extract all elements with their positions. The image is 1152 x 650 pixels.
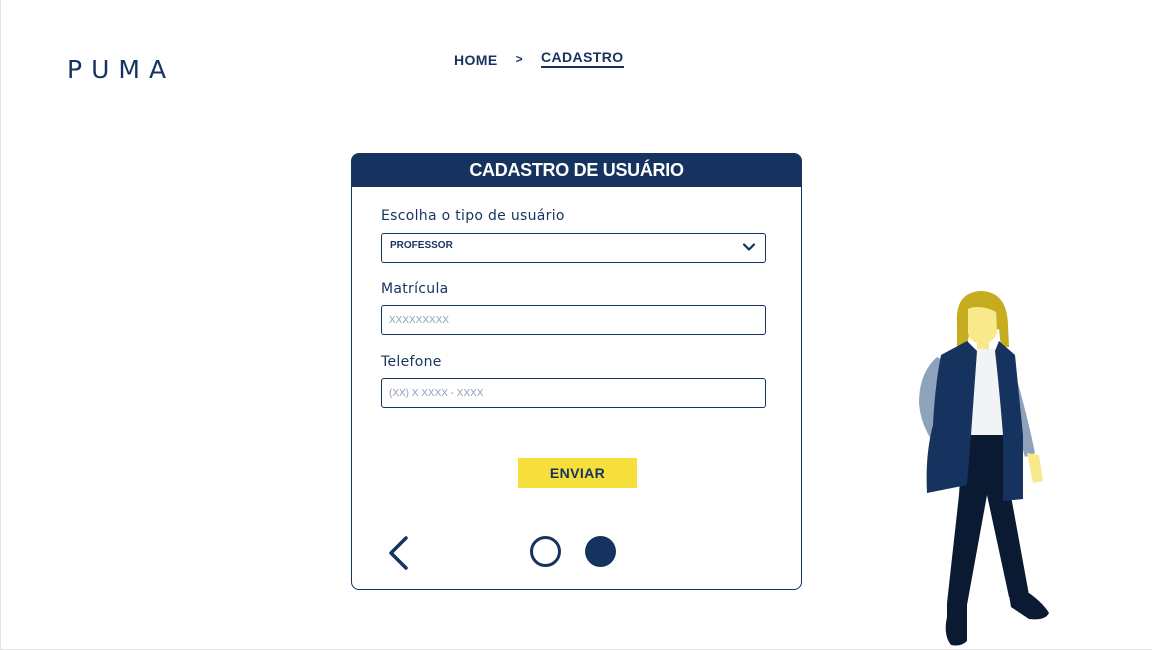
step-indicator-2-active[interactable] xyxy=(585,536,616,567)
matricula-input[interactable] xyxy=(381,305,766,335)
user-type-label: Escolha o tipo de usuário xyxy=(381,208,565,224)
telefone-label: Telefone xyxy=(381,354,442,370)
breadcrumb-current[interactable]: CADASTRO xyxy=(541,49,624,68)
card-header: CADASTRO DE USUÁRIO xyxy=(352,154,801,187)
matricula-label: Matrícula xyxy=(381,281,449,297)
breadcrumb-separator: > xyxy=(515,51,524,66)
card-title: CADASTRO DE USUÁRIO xyxy=(469,160,684,180)
woman-illustration xyxy=(919,291,1049,646)
user-type-selected-value: PROFESSOR xyxy=(390,240,453,251)
chevron-down-icon xyxy=(742,243,756,251)
chevron-left-icon[interactable] xyxy=(386,535,412,571)
user-type-select[interactable]: PROFESSOR xyxy=(381,233,766,263)
registration-card: CADASTRO DE USUÁRIO Escolha o tipo de us… xyxy=(351,153,802,590)
telefone-input[interactable] xyxy=(381,378,766,408)
breadcrumb: HOME > CADASTRO xyxy=(454,49,624,68)
step-indicator-1[interactable] xyxy=(530,536,561,567)
breadcrumb-home-link[interactable]: HOME xyxy=(454,52,498,68)
submit-button[interactable]: ENVIAR xyxy=(518,458,637,488)
brand-logo[interactable]: PUMA xyxy=(67,55,175,84)
